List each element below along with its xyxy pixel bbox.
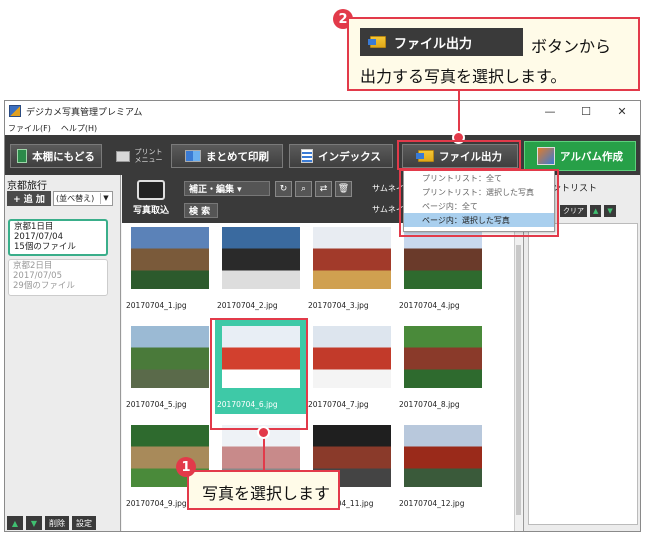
- print-list-up-button[interactable]: ▲: [590, 205, 602, 217]
- window-title: デジカメ写真管理プレミアム: [26, 107, 143, 118]
- maximize-button[interactable]: ☐: [568, 101, 604, 121]
- sort-select[interactable]: (並べ替え) ▼: [53, 191, 113, 206]
- app-window: デジカメ写真管理プレミアム — ☐ ✕ ファイル(F) ヘルプ(H) 本棚にもど…: [4, 100, 641, 532]
- photo-image: [131, 326, 209, 388]
- folder-icon: [368, 36, 386, 48]
- settings-button[interactable]: 設定: [72, 516, 96, 530]
- edit-dropdown-button[interactable]: 補正・編集 ▾: [184, 181, 270, 196]
- step1-badge: 1: [176, 457, 196, 477]
- title-bar: デジカメ写真管理プレミアム — ☐ ✕: [5, 101, 640, 121]
- step2-text-line2: 出力する写真を選択します。: [360, 67, 567, 86]
- photo-thumbnail[interactable]: 20170704_8.jpg: [397, 318, 489, 414]
- photo-thumbnail[interactable]: 20170704_3.jpg: [306, 219, 398, 315]
- print-list-down-button[interactable]: ▼: [604, 205, 616, 217]
- swap-icon[interactable]: ⇄: [315, 181, 332, 197]
- step1-text: 写真を選択します: [202, 484, 331, 503]
- menu-help[interactable]: ヘルプ(H): [61, 123, 97, 134]
- import-photo-button[interactable]: 写真取込: [125, 178, 177, 218]
- menu-file[interactable]: ファイル(F): [8, 123, 51, 134]
- group-item-day2[interactable]: 京都2日目 2017/07/05 29個のファイル: [8, 259, 108, 296]
- album-create-button[interactable]: アルバム作成: [524, 141, 636, 171]
- photo-filename: 20170704_4.jpg: [399, 301, 460, 310]
- photo-thumbnail[interactable]: 20170704_12.jpg: [397, 417, 489, 513]
- photo-filename: 20170704_5.jpg: [126, 400, 187, 409]
- chevron-down-icon: ▼: [100, 193, 111, 204]
- highlight-selected-photo: [210, 318, 308, 430]
- multi-photo-icon: [185, 150, 201, 162]
- photo-image: [313, 227, 391, 289]
- rotate-icon[interactable]: ↻: [275, 181, 292, 197]
- print-list-clear-button[interactable]: クリア: [560, 205, 587, 217]
- scrollbar-thumb[interactable]: [516, 245, 521, 515]
- camera-icon: [137, 180, 165, 200]
- index-button[interactable]: インデックス: [289, 144, 393, 168]
- photo-image: [222, 227, 300, 289]
- album-icon: [537, 147, 556, 165]
- print-menu-button[interactable]: プリント メニュー: [111, 144, 167, 168]
- photo-filename: 20170704_8.jpg: [399, 400, 460, 409]
- photo-image: [131, 227, 209, 289]
- zoom-icon[interactable]: ⌕: [295, 181, 312, 197]
- vertical-scrollbar[interactable]: [514, 223, 522, 531]
- app-icon: [9, 105, 21, 117]
- close-button[interactable]: ✕: [604, 101, 640, 121]
- search-button[interactable]: 検 索: [184, 203, 218, 218]
- step1-dot: [257, 426, 270, 439]
- move-up-button[interactable]: ▲: [7, 516, 23, 530]
- highlight-file-output-button: [397, 140, 521, 170]
- photo-filename: 20170704_9.jpg: [126, 499, 187, 508]
- trash-icon[interactable]: 🗑: [335, 181, 352, 197]
- step2-text-suffix: ボタンから: [531, 37, 612, 56]
- photo-filename: 20170704_2.jpg: [217, 301, 278, 310]
- photo-filename: 20170704_12.jpg: [399, 499, 465, 508]
- photo-image: [313, 326, 391, 388]
- photo-filename: 20170704_3.jpg: [308, 301, 369, 310]
- back-to-shelf-button[interactable]: 本棚にもどる: [10, 144, 102, 168]
- photo-thumbnail[interactable]: 20170704_5.jpg: [124, 318, 216, 414]
- delete-group-button[interactable]: 削除: [45, 516, 69, 530]
- highlight-dropdown: [399, 169, 559, 237]
- album-panel: 京都旅行 + 追 加 (並べ替え) ▼ 京都1日目 2017/07/04 15個…: [5, 175, 121, 531]
- photo-thumbnail[interactable]: 20170704_7.jpg: [306, 318, 398, 414]
- photo-thumbnail[interactable]: 20170704_2.jpg: [215, 219, 307, 315]
- photo-thumbnail[interactable]: 20170704_1.jpg: [124, 219, 216, 315]
- add-group-button[interactable]: + 追 加: [7, 191, 51, 206]
- callout-file-output-button: ファイル出力: [360, 28, 523, 56]
- album-title: 京都旅行: [7, 181, 47, 192]
- minimize-button[interactable]: —: [532, 101, 568, 121]
- book-icon: [17, 149, 28, 163]
- photo-image: [404, 425, 482, 487]
- menu-bar: ファイル(F) ヘルプ(H): [5, 121, 640, 135]
- printer-icon: [115, 150, 130, 162]
- move-down-button[interactable]: ▼: [26, 516, 42, 530]
- photo-filename: 20170704_1.jpg: [126, 301, 187, 310]
- group-item-day1[interactable]: 京都1日目 2017/07/04 15個のファイル: [8, 219, 108, 256]
- photo-filename: 20170704_7.jpg: [308, 400, 369, 409]
- step2-leader-line: [458, 91, 460, 133]
- print-list[interactable]: [528, 223, 638, 525]
- photo-image: [404, 326, 482, 388]
- index-icon: [301, 149, 314, 163]
- batch-print-button[interactable]: まとめて印刷: [171, 144, 283, 168]
